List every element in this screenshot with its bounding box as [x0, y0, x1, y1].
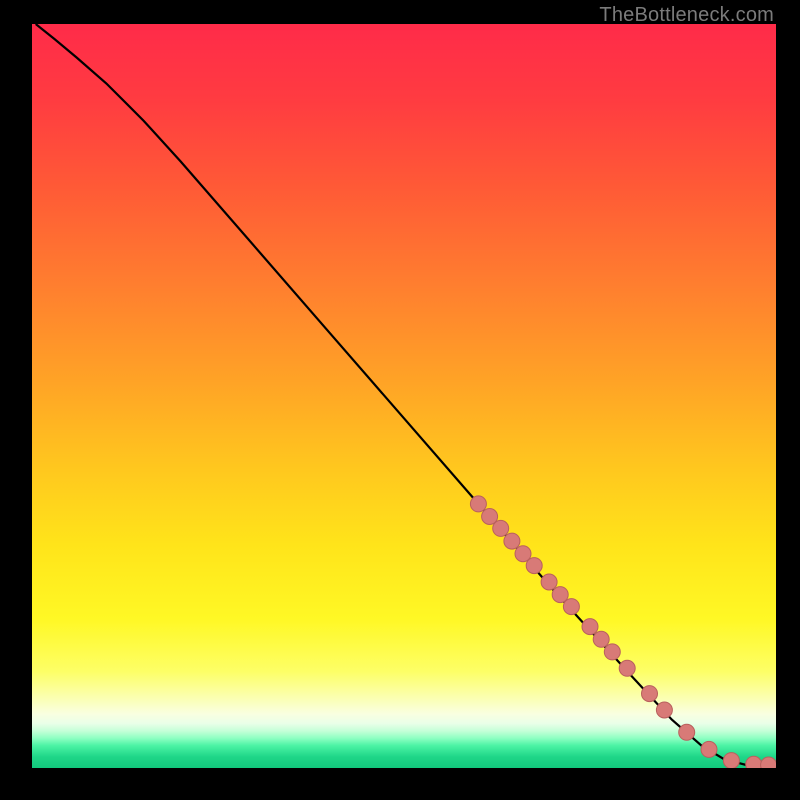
chart-frame: TheBottleneck.com	[0, 0, 800, 800]
data-point-marker	[541, 574, 557, 590]
data-point-marker	[493, 520, 509, 536]
marker-group	[470, 496, 776, 768]
data-point-marker	[619, 660, 635, 676]
data-point-marker	[723, 753, 739, 768]
watermark-text: TheBottleneck.com	[599, 4, 774, 27]
data-point-marker	[563, 599, 579, 615]
data-point-marker	[593, 631, 609, 647]
data-point-marker	[526, 558, 542, 574]
data-point-marker	[504, 533, 520, 549]
chart-svg	[32, 24, 776, 768]
data-point-marker	[582, 619, 598, 635]
data-point-marker	[679, 724, 695, 740]
data-point-marker	[701, 741, 717, 757]
data-point-marker	[470, 496, 486, 512]
curve-line	[36, 24, 773, 766]
data-point-marker	[656, 702, 672, 718]
data-point-marker	[642, 686, 658, 702]
plot-area	[32, 24, 776, 768]
data-point-marker	[746, 756, 762, 768]
data-point-marker	[604, 644, 620, 660]
data-point-marker	[761, 757, 776, 768]
data-point-marker	[552, 587, 568, 603]
